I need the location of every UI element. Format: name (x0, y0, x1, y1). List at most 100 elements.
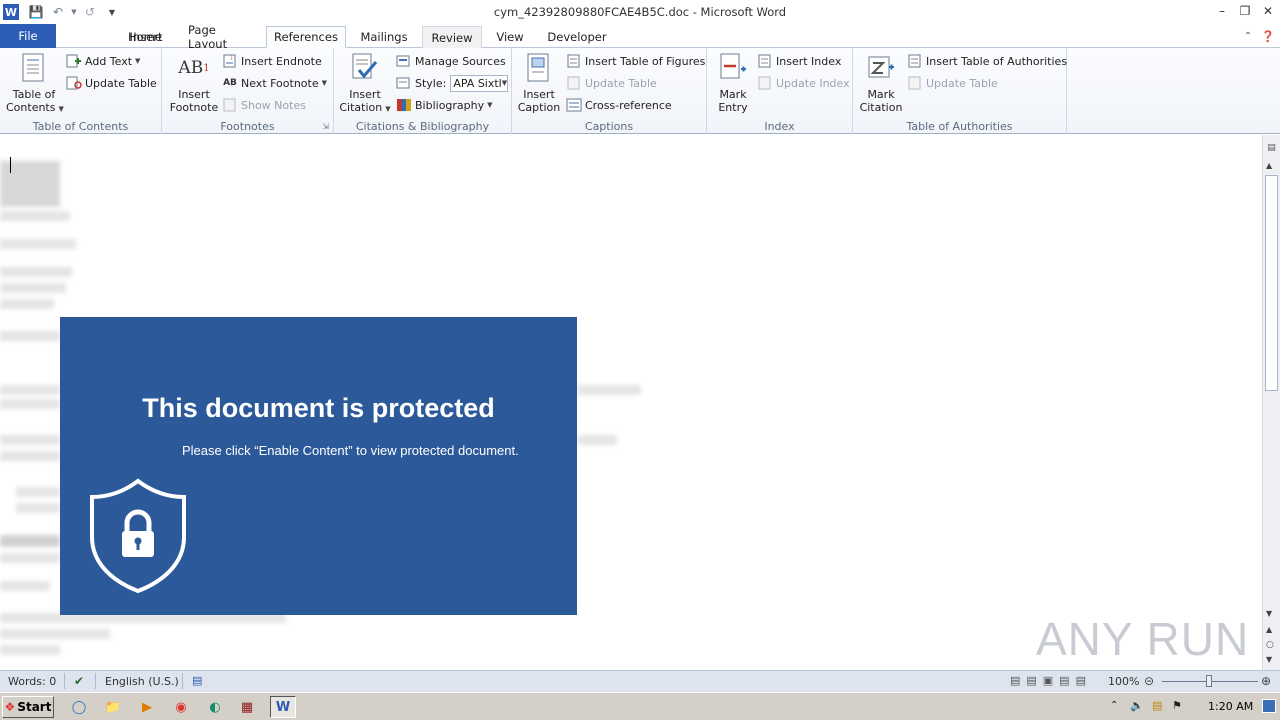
insert-table-of-figures-icon (566, 53, 582, 69)
status-divider (95, 673, 96, 689)
tab-file[interactable]: File (0, 24, 56, 48)
clock[interactable]: 1:20 AM (1208, 700, 1253, 713)
insert-footnote-button[interactable]: AB 1 Insert Footnote (166, 52, 222, 114)
mark-entry-button[interactable]: Mark Entry (711, 52, 755, 114)
chrome-icon[interactable]: ◉ (170, 696, 192, 718)
tab-review[interactable]: Review (422, 26, 482, 48)
table-of-contents-icon (18, 52, 50, 84)
blurred-text (0, 629, 110, 639)
tab-developer[interactable]: Developer (540, 26, 614, 48)
macro-recording-icon[interactable]: ▤ (192, 674, 202, 687)
table-of-contents-button[interactable]: Table of Contents ▼ (6, 52, 64, 116)
mark-citation-button[interactable]: Mark Citation (857, 52, 905, 114)
zoom-slider-thumb[interactable] (1206, 675, 1212, 687)
zoom-level[interactable]: 100% (1108, 675, 1139, 688)
word-count[interactable]: Words: 0 (8, 675, 56, 688)
insert-citation-label: Insert Citation (339, 88, 383, 114)
blurred-text (0, 211, 70, 221)
insert-citation-button[interactable]: Insert Citation ▼ (336, 52, 394, 116)
ribbon: Table of Contents ▼ Add Text ▼ Update Tabl… (0, 48, 1280, 134)
word-taskbar-button[interactable]: W (270, 696, 296, 718)
start-label: Start (17, 700, 52, 714)
action-center-flag-icon[interactable]: ⚑ (1172, 699, 1182, 712)
vertical-scrollbar[interactable]: ▤ ▲ ▼ ▲ ○ ▼ (1262, 135, 1280, 670)
banner-heading: This document is protected (142, 393, 495, 423)
proofing-check-icon[interactable]: ✔ (74, 674, 84, 688)
show-notes-label: Show Notes (241, 98, 306, 112)
edge-icon[interactable]: ◐ (204, 696, 226, 718)
media-player-icon[interactable]: ▶ (136, 696, 158, 718)
manage-sources-button[interactable]: Manage Sources (396, 52, 506, 70)
ruler-toggle-icon[interactable]: ▤ (1265, 143, 1278, 157)
style-dropdown[interactable]: APA Sixtl ▼ (450, 74, 509, 92)
add-text-label: Add Text (85, 54, 133, 68)
mark-entry-icon (717, 52, 749, 84)
tab-page-layout[interactable]: Page Layout (178, 23, 260, 51)
banner-text: Please click “Enable Content” to view pr… (182, 443, 519, 458)
cross-reference-button[interactable]: Cross-reference (566, 96, 672, 114)
blurred-text (577, 435, 617, 445)
group-label-captions: Captions (584, 120, 634, 133)
insert-caption-button[interactable]: Insert Caption (516, 52, 562, 114)
previous-page-icon[interactable]: ▲ (1266, 625, 1272, 634)
manage-sources-label: Manage Sources (415, 54, 506, 68)
update-table-captions-button[interactable]: Update Table (566, 74, 657, 92)
insert-caption-icon (523, 52, 555, 84)
folder-icon[interactable]: 📁 (102, 696, 124, 718)
zoom-in-icon[interactable]: ⊕ (1261, 674, 1271, 688)
update-table-captions-label: Update Table (585, 76, 657, 90)
show-desktop-icon[interactable] (1262, 699, 1276, 713)
insert-table-of-authorities-button[interactable]: Insert Table of Authorities (907, 52, 1067, 70)
view-buttons-icon[interactable]: ▤▤▣▤▤ (1010, 674, 1092, 687)
blurred-text (0, 645, 60, 655)
network-icon[interactable]: ▤ (1152, 699, 1162, 712)
winrar-icon[interactable]: ▦ (236, 696, 258, 718)
show-notes-button[interactable]: Show Notes (222, 96, 306, 114)
tab-insert[interactable]: Insert (122, 26, 170, 48)
insert-table-of-figures-label: Insert Table of Figures (585, 54, 706, 68)
start-button[interactable]: ❖ Start (2, 696, 54, 718)
next-footnote-button[interactable]: AB Next Footnote ▼ (222, 74, 327, 92)
scroll-down-icon[interactable]: ▼ (1266, 609, 1272, 618)
blurred-text (0, 267, 72, 277)
insert-table-of-authorities-label: Insert Table of Authorities (926, 54, 1068, 68)
bibliography-button[interactable]: Bibliography ▼ (396, 96, 493, 114)
update-index-button[interactable]: Update Index (757, 74, 850, 92)
blurred-text (0, 239, 76, 249)
minimize-ribbon-icon[interactable]: ⌃ (1240, 28, 1256, 44)
tab-view[interactable]: View (488, 26, 532, 48)
scroll-up-icon[interactable]: ▲ (1266, 161, 1272, 170)
scroll-thumb[interactable] (1265, 175, 1278, 391)
group-label-table-of-contents: Table of Contents (32, 120, 129, 133)
blurred-text (0, 331, 60, 341)
update-table-authorities-button[interactable]: Update Table (907, 74, 998, 92)
tab-mailings[interactable]: Mailings (352, 26, 416, 48)
select-browse-object-icon[interactable]: ○ (1266, 640, 1274, 650)
insert-endnote-button[interactable]: i Insert Endnote (222, 52, 322, 70)
show-hidden-icons-icon[interactable]: ⌃ (1110, 700, 1118, 711)
update-table-toc-button[interactable]: Update Table (66, 74, 157, 92)
insert-index-button[interactable]: Insert Index (757, 52, 841, 70)
windows-logo-icon: ❖ (4, 700, 16, 714)
insert-table-of-figures-button[interactable]: Insert Table of Figures (566, 52, 705, 70)
maximize-button[interactable]: ❐ (1234, 2, 1256, 20)
blurred-text (0, 299, 54, 309)
group-label-citations: Citations & Bibliography (355, 120, 490, 133)
minimize-button[interactable]: – (1211, 2, 1233, 20)
mark-entry-label: Mark Entry (718, 88, 748, 114)
group-footnotes: AB 1 Insert Footnote i Insert Endnote AB … (162, 48, 334, 134)
volume-icon[interactable]: 🔈 (1130, 699, 1144, 712)
ribbon-tabs: Home Insert Page Layout References Maili… (0, 23, 1280, 51)
document-area[interactable]: This document is protected Please click … (0, 135, 1262, 670)
internet-explorer-icon[interactable]: ◯ (68, 696, 90, 718)
shield-lock-icon (88, 477, 188, 598)
tab-references[interactable]: References (266, 26, 346, 48)
zoom-out-icon[interactable]: ⊝ (1144, 674, 1154, 688)
insert-endnote-icon: i (222, 53, 238, 69)
language-indicator[interactable]: English (U.S.) (105, 675, 179, 688)
help-icon[interactable]: ❓ (1260, 28, 1276, 44)
group-label-footnotes: Footnotes (220, 120, 275, 133)
add-text-button[interactable]: Add Text ▼ (66, 52, 140, 70)
close-button[interactable]: ✕ (1257, 2, 1279, 20)
next-page-icon[interactable]: ▼ (1266, 655, 1272, 664)
